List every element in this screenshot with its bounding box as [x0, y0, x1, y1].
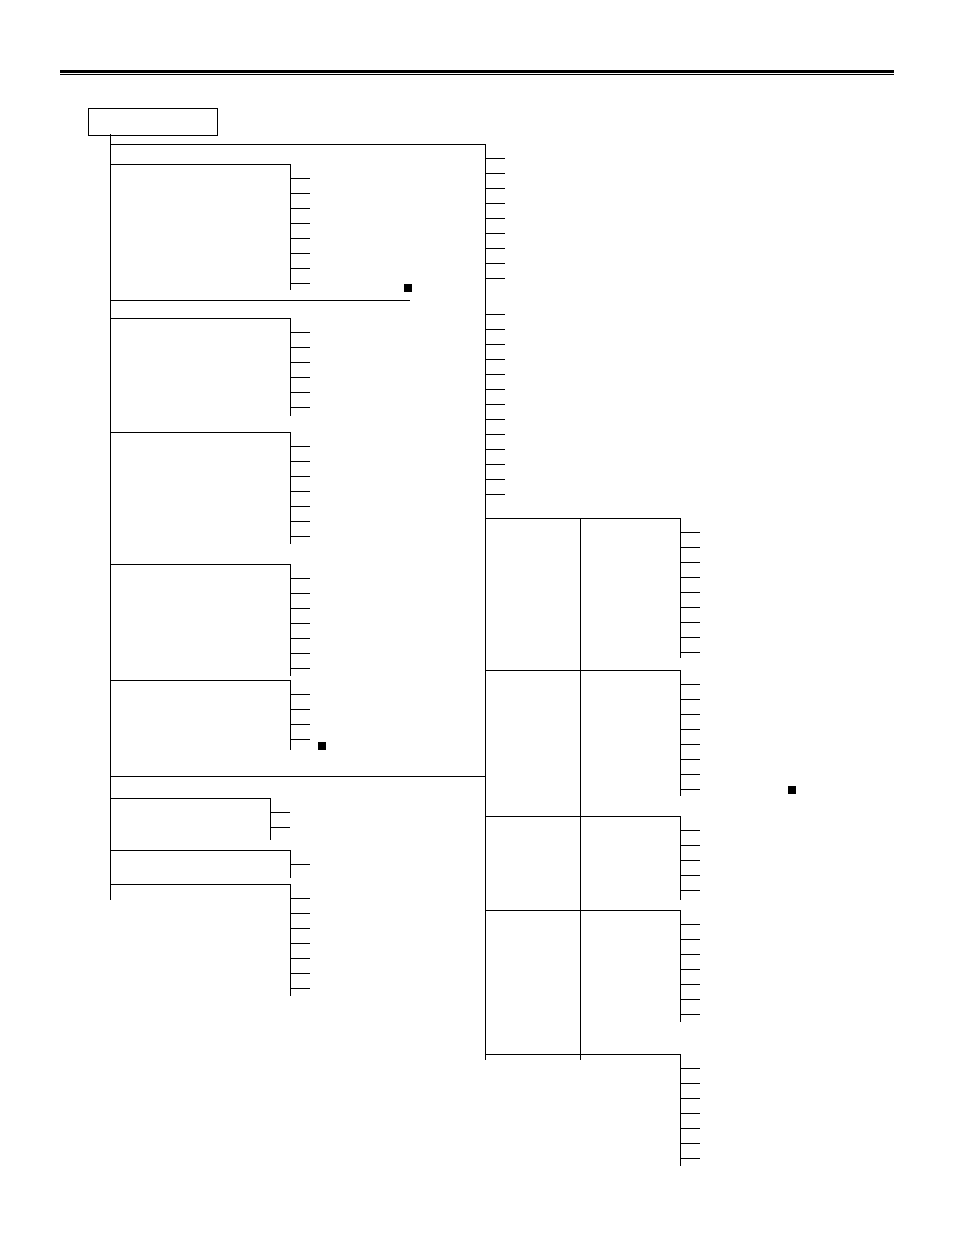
left-comb-4 [290, 432, 310, 551]
left-comb-8 [270, 798, 290, 842]
left-comb-6 [290, 680, 310, 754]
right-comb-2 [680, 816, 700, 905]
mid-stub-1 [485, 670, 580, 671]
root-box [88, 108, 218, 136]
right-comb-4 [680, 1054, 700, 1173]
left-branch-0 [110, 144, 485, 145]
spine-right [580, 518, 581, 1060]
right-branch-4 [580, 1054, 680, 1055]
right-branch-2 [580, 816, 680, 817]
header-rule-thin [60, 74, 894, 75]
right-comb-1 [680, 670, 700, 804]
left-comb-1 [290, 164, 310, 298]
diagram-canvas: { "box": { "x": 88, "y": 108, "w": 128, … [0, 0, 954, 1235]
left-comb-5 [290, 564, 310, 683]
left-branch-2 [110, 300, 410, 301]
left-branch-8 [110, 798, 270, 799]
right-comb-3 [680, 910, 700, 1029]
left-branch-3 [110, 318, 290, 319]
marker-2 [404, 284, 412, 292]
header-rule-thick [60, 70, 894, 73]
marker-7 [318, 742, 326, 750]
left-branch-5 [110, 564, 290, 565]
mid-stub-4 [485, 1054, 580, 1055]
left-branch-10 [110, 884, 290, 885]
mid-stub-2 [485, 816, 580, 817]
right-branch-1 [580, 670, 680, 671]
left-branch-6 [110, 680, 290, 681]
mid-stub-0 [485, 518, 580, 519]
right-marker-1 [788, 786, 796, 794]
left-comb-3 [290, 318, 310, 422]
left-comb-10 [290, 884, 310, 1003]
right-comb-0 [680, 518, 700, 667]
left-branch-1 [110, 164, 290, 165]
mid-comb-1 [485, 300, 505, 509]
mid-comb-0 [485, 144, 505, 293]
left-branch-9 [110, 850, 290, 851]
right-branch-3 [580, 910, 680, 911]
left-branch-7 [110, 776, 485, 777]
right-branch-0 [580, 518, 680, 519]
mid-stub-3 [485, 910, 580, 911]
spine-left [110, 134, 111, 900]
left-comb-9 [290, 850, 310, 879]
left-branch-4 [110, 432, 290, 433]
